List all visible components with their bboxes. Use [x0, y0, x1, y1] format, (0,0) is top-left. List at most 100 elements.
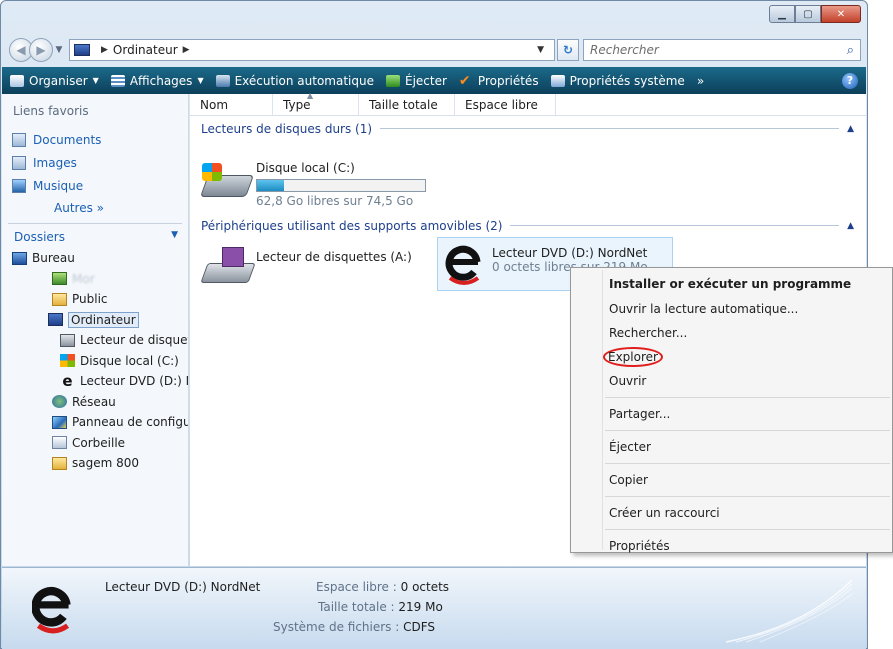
tree-label: Ordinateur — [68, 311, 139, 328]
highlight-circle: Explorer — [603, 347, 663, 367]
column-header-free-space[interactable]: Espace libre — [455, 94, 556, 116]
computer-icon — [74, 44, 90, 56]
tree-item-sagem[interactable]: sagem 800 — [2, 453, 188, 474]
tree-label: Lecteur DVD (D:) N — [80, 374, 188, 389]
tree-item-recycle-bin[interactable]: Corbeille — [2, 433, 188, 454]
tree-label: Disque local (C:) — [80, 353, 179, 368]
group-hard-disks[interactable]: Lecteurs de disques durs (1) ▲ — [190, 118, 866, 139]
menu-item-install[interactable]: Installer or exécuter un programme — [571, 271, 892, 297]
menu-item-search[interactable]: Rechercher... — [571, 321, 892, 345]
hard-disk-icon — [198, 161, 255, 205]
organize-label: Organiser — [29, 73, 88, 88]
autoplay-label: Exécution automatique — [234, 73, 374, 88]
recent-pages-dropdown[interactable]: ▼ — [53, 45, 65, 55]
tree-item-control-panel[interactable]: Panneau de configu — [2, 412, 188, 433]
tree-label: Public — [72, 292, 108, 307]
eject-icon — [386, 74, 400, 87]
checkmark-icon: ✔ — [458, 72, 471, 89]
details-label: Système de fichiers : — [273, 620, 400, 634]
breadcrumb-arrow-icon[interactable]: ▶ — [183, 45, 190, 55]
views-button[interactable]: Affichages ▼ — [110, 74, 204, 88]
chevron-up-icon[interactable]: ▲ — [847, 221, 854, 231]
group-removable[interactable]: Périphériques utilisant des supports amo… — [190, 215, 866, 236]
tree-item-user[interactable]: Mor — [2, 269, 188, 290]
breadcrumb-ordinateur[interactable]: Ordinateur — [113, 43, 178, 57]
column-header-label: Type — [283, 98, 311, 112]
tree-item-local-disk[interactable]: Disque local (C:) — [2, 351, 188, 372]
floppy-drive-icon — [198, 243, 256, 287]
system-properties-button[interactable]: Propriétés système — [550, 73, 685, 88]
favorite-images[interactable]: Images — [2, 151, 188, 174]
eject-label: Éjecter — [405, 73, 447, 88]
favorite-label: Images — [33, 155, 77, 170]
column-header-type[interactable]: ▲ Type — [273, 91, 359, 116]
column-header-total-size[interactable]: Taille totale — [359, 94, 455, 116]
maximize-button[interactable]: ▢ — [795, 5, 821, 23]
more-favorites-link[interactable]: Autres » — [2, 197, 188, 219]
favorite-label: Documents — [33, 132, 102, 147]
menu-separator — [605, 430, 890, 431]
favorite-documents[interactable]: Documents — [2, 128, 188, 151]
tree-item-ordinateur[interactable]: Ordinateur — [2, 310, 188, 331]
tree-item-dvd[interactable]: e Lecteur DVD (D:) N — [2, 371, 188, 392]
minimize-button[interactable]: ▁ — [769, 5, 795, 23]
properties-label: Propriétés — [477, 73, 539, 88]
nordnet-logo-icon — [444, 242, 484, 285]
folders-header[interactable]: Dossiers ▼ — [2, 224, 188, 248]
recycle-bin-icon — [52, 436, 67, 450]
search-icon[interactable]: ⌕ — [847, 43, 854, 58]
toolbar-overflow-button[interactable]: » — [697, 74, 704, 88]
drive-floppy[interactable]: Lecteur de disquettes (A:) — [198, 243, 412, 287]
menu-separator — [605, 463, 890, 464]
tree-label: Corbeille — [72, 435, 126, 450]
views-icon — [110, 74, 125, 87]
tree-item-floppy[interactable]: Lecteur de disquet — [2, 330, 188, 351]
documents-icon — [12, 132, 26, 147]
hard-disk-icon — [60, 354, 75, 368]
tree-item-network[interactable]: Réseau — [2, 392, 188, 413]
column-header-name[interactable]: Nom — [190, 94, 273, 116]
toolbar-overflow-label: » — [696, 73, 705, 88]
favorite-music[interactable]: Musique — [2, 174, 188, 197]
music-icon — [12, 178, 26, 193]
drive-name: Lecteur DVD (D:) NordNet — [492, 246, 648, 260]
menu-item-eject[interactable]: Éjecter — [571, 435, 892, 459]
menu-item-copy[interactable]: Copier — [571, 468, 892, 492]
help-icon[interactable]: ? — [842, 72, 858, 89]
eject-button[interactable]: Éjecter — [386, 74, 447, 88]
tree-label: Réseau — [72, 394, 116, 409]
menu-item-explore[interactable]: Explorer — [571, 345, 892, 369]
drive-name: Lecteur de disquettes (A:) — [256, 250, 412, 264]
refresh-button[interactable]: ↻ — [557, 39, 579, 61]
tree-label: sagem 800 — [72, 456, 140, 471]
chevron-up-icon[interactable]: ▲ — [847, 124, 854, 134]
tree-item-bureau[interactable]: Bureau — [2, 248, 188, 269]
search-input[interactable]: Rechercher ⌕ — [583, 39, 861, 61]
folder-icon — [52, 456, 67, 470]
system-properties-icon — [550, 74, 565, 87]
chevron-down-icon[interactable]: ▼ — [171, 230, 178, 248]
images-icon — [12, 155, 26, 170]
details-file-system: Système de fichiers : CDFS — [273, 620, 435, 634]
drive-local-disk[interactable]: Disque local (C:) 62,8 Go libres sur 74,… — [198, 161, 426, 208]
forward-button[interactable]: ▶ — [29, 38, 53, 62]
menu-item-properties[interactable]: Propriétés — [571, 534, 892, 558]
organize-button[interactable]: Organiser ▼ — [10, 74, 99, 88]
menu-item-create-shortcut[interactable]: Créer un raccourci — [571, 501, 892, 525]
favorites-title: Liens favoris — [13, 104, 89, 118]
navigation-bar: ◀ ▶ ▼ ▶ Ordinateur ▶ ▼ ↻ Rechercher ⌕ — [9, 37, 861, 63]
address-dropdown-icon[interactable]: ▼ — [537, 45, 544, 55]
menu-item-share[interactable]: Partager... — [571, 402, 892, 426]
breadcrumb-arrow-icon[interactable]: ▶ — [101, 45, 108, 55]
floppy-drive-icon — [60, 333, 75, 347]
menu-item-autoplay[interactable]: Ouvrir la lecture automatique... — [571, 297, 892, 321]
autoplay-button[interactable]: Exécution automatique — [215, 73, 374, 88]
close-button[interactable]: ✕ — [821, 5, 861, 23]
properties-button[interactable]: ✔ Propriétés — [459, 74, 539, 88]
menu-item-open[interactable]: Ouvrir — [571, 369, 892, 393]
details-free-space: Espace libre : 0 octets — [316, 580, 449, 594]
address-bar[interactable]: ▶ Ordinateur ▶ ▼ — [69, 39, 555, 61]
system-properties-label: Propriétés système — [569, 73, 685, 88]
tree-item-public[interactable]: Public — [2, 289, 188, 310]
nordnet-logo-icon: e — [62, 371, 73, 390]
